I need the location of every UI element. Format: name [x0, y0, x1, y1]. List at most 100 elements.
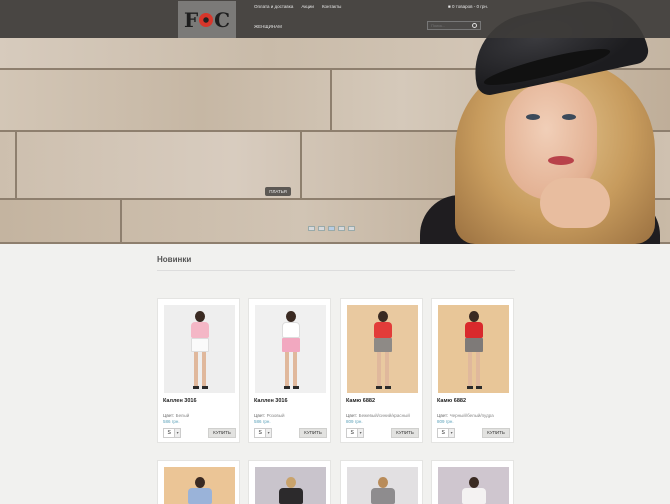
chevron-down-icon: ▾ [357, 429, 363, 437]
size-select[interactable]: S ▾ [437, 428, 455, 438]
model-lips [548, 156, 574, 165]
product-color: Цвет: Бежевый/синий/красный [346, 413, 410, 418]
color-value: Розовый [266, 413, 285, 418]
model-shorts [191, 338, 209, 352]
product-image[interactable] [164, 467, 235, 504]
model-top [191, 322, 209, 338]
cart-icon: ■ [448, 4, 451, 9]
product-name[interactable]: Каллен 3016 [254, 398, 288, 404]
model-leg [385, 352, 389, 386]
size-select[interactable]: S ▾ [346, 428, 364, 438]
nav-link-promotions[interactable]: Акции [301, 4, 314, 9]
product-image[interactable] [164, 305, 235, 393]
model-head [195, 477, 205, 488]
model-head [195, 311, 205, 322]
size-select[interactable]: S ▾ [163, 428, 181, 438]
hero-dresses-button[interactable]: ПЛАТЬЯ [265, 187, 291, 196]
model-head [286, 477, 296, 488]
model-head [378, 477, 388, 488]
model-shoe [467, 386, 473, 389]
product-image[interactable] [255, 305, 326, 393]
model-head [469, 311, 479, 322]
product-name[interactable]: Каллен 3016 [163, 398, 197, 404]
model-top [465, 322, 483, 338]
logo-letter: C [214, 7, 231, 32]
model-head [378, 311, 388, 322]
model-shoe [193, 386, 199, 389]
product-card[interactable]: Каллен 3016 Цвет: Белый 586 грн. S ▾ КУПИ… [157, 298, 240, 443]
model-shorts [465, 338, 483, 352]
model-top [374, 322, 392, 338]
product-image[interactable] [438, 305, 509, 393]
model-hand [540, 178, 610, 228]
model-shoe [293, 386, 299, 389]
size-select[interactable]: S ▾ [254, 428, 272, 438]
product-card[interactable] [157, 460, 240, 504]
product-card[interactable] [340, 460, 423, 504]
buy-button[interactable]: КУПИТЬ [482, 428, 510, 438]
slider-dot-active[interactable] [328, 226, 335, 231]
color-label: Цвет: [346, 413, 358, 418]
nav-category-women[interactable]: ЖЕНЩИНАМ [254, 24, 282, 29]
product-name[interactable]: Камю 6882 [437, 398, 466, 404]
slider-dot[interactable] [318, 226, 325, 231]
product-card[interactable]: Каллен 3016 Цвет: Розовый 586 грн. S ▾ КУ… [248, 298, 331, 443]
chevron-down-icon: ▾ [448, 429, 454, 437]
site-logo[interactable]: F C [178, 1, 236, 38]
chevron-down-icon: ▾ [265, 429, 271, 437]
color-value: Черный/белый/пудра [449, 413, 494, 418]
size-value: S [258, 430, 262, 436]
product-image[interactable] [347, 467, 418, 504]
buy-button[interactable]: КУПИТЬ [208, 428, 236, 438]
size-value: S [441, 430, 445, 436]
model-shoe [376, 386, 382, 389]
product-card[interactable]: Камю 6882 Цвет: Бежевый/синий/красный 80… [340, 298, 423, 443]
product-card[interactable] [248, 460, 331, 504]
model-top [188, 488, 212, 504]
model-leg [377, 352, 381, 386]
nav-link-payment-delivery[interactable]: Оплата и доставка [254, 4, 293, 9]
nav-link-contacts[interactable]: Контакты [322, 4, 341, 9]
model-top [462, 488, 486, 504]
model-head [469, 477, 479, 488]
model-shoe [284, 386, 290, 389]
search-input[interactable] [431, 22, 471, 29]
product-image[interactable] [347, 305, 418, 393]
product-image[interactable] [438, 467, 509, 504]
wood-seam [330, 70, 332, 132]
model-leg [468, 352, 472, 386]
product-color: Цвет: Черный/белый/пудра [437, 413, 494, 418]
slider-dot[interactable] [338, 226, 345, 231]
model-top [282, 322, 300, 338]
product-card[interactable]: Камю 6882 Цвет: Черный/белый/пудра 809 г… [431, 298, 514, 443]
cart-summary[interactable]: ■ 0 товаров - 0 грн. [448, 4, 488, 9]
section-title: Новинки [157, 255, 192, 264]
model-eye [526, 114, 540, 120]
divider [157, 270, 515, 271]
product-card[interactable] [431, 460, 514, 504]
product-price: 809 грн. [437, 419, 454, 424]
product-image[interactable] [255, 467, 326, 504]
model-leg [202, 352, 206, 386]
slider-dot[interactable] [308, 226, 315, 231]
search-icon[interactable] [472, 23, 477, 28]
product-name[interactable]: Камю 6882 [346, 398, 375, 404]
model-leg [285, 352, 289, 386]
wood-seam [120, 200, 122, 244]
color-label: Цвет: [163, 413, 175, 418]
slider-dot[interactable] [348, 226, 355, 231]
buy-button[interactable]: КУПИТЬ [299, 428, 327, 438]
size-value: S [167, 430, 171, 436]
product-color: Цвет: Белый [163, 413, 189, 418]
buy-button[interactable]: КУПИТЬ [391, 428, 419, 438]
chevron-down-icon: ▾ [174, 429, 180, 437]
flower-icon [199, 12, 214, 27]
model-shorts [282, 338, 300, 352]
wood-seam [300, 132, 302, 200]
color-label: Цвет: [437, 413, 449, 418]
cart-text: 0 товаров - 0 грн. [451, 4, 489, 9]
model-shoe [476, 386, 482, 389]
color-value: Белый [175, 413, 190, 418]
size-value: S [350, 430, 354, 436]
model-leg [293, 352, 297, 386]
